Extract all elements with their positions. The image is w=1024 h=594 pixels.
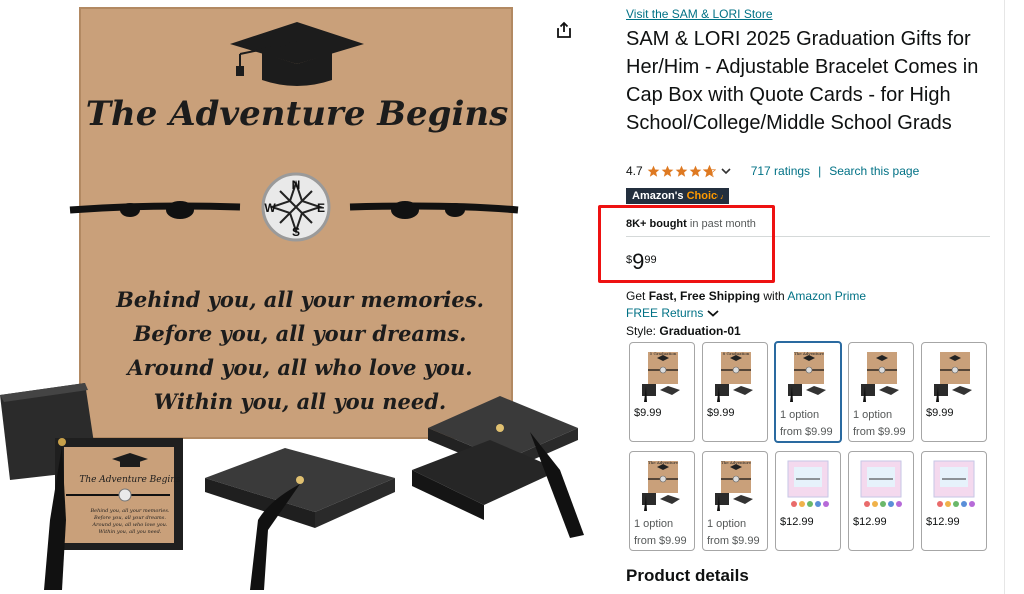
style-swatch[interactable]: 5 Graduation $9.99 [629, 342, 695, 442]
product-details-heading: Product details [626, 566, 749, 585]
amazons-choice-badge[interactable]: Amazon's Choice [626, 188, 730, 204]
svg-text:S: S [292, 225, 300, 239]
swatch-price: $9.99 [634, 407, 662, 419]
chevron-down-icon [707, 310, 719, 317]
compass-charm-icon: N S E W [261, 172, 331, 242]
rating-value: 4.7 [626, 164, 643, 178]
swatch-thumb-label: 5 Graduation [649, 351, 677, 356]
quote-line: Behind you, all your memories. [115, 287, 484, 312]
free-returns-link[interactable]: FREE Returns [626, 306, 719, 320]
bought-in-past-month: 8K+ bought in past month [626, 218, 756, 230]
style-swatch[interactable]: 8 Graduation $9.99 [702, 342, 768, 442]
style-swatch[interactable]: The Adventure Begins 1 optionfrom $9.99 [629, 451, 695, 551]
highlight-annotation [598, 205, 775, 283]
swatch-thumb-label: The Adventure Begins [648, 460, 678, 466]
style-swatch[interactable]: $9.99 [921, 342, 987, 442]
divider [626, 236, 990, 237]
quote-line: Before you, all your dreams. [133, 321, 467, 346]
star-full-icon [689, 165, 702, 177]
swatch-thumb-label: 8 Graduation [722, 351, 750, 356]
star-rating[interactable] [647, 164, 717, 178]
svg-text:Around you, all who love you.: Around you, all who love you. [92, 522, 168, 528]
svg-text:E: E [317, 201, 325, 215]
store-link[interactable]: Visit the SAM & LORI Store [626, 7, 773, 21]
swatch-thumbnail [934, 352, 972, 402]
gift-box-open: The Adventure Begins Behind you, all you… [44, 438, 183, 590]
search-this-page-link[interactable]: Search this page [829, 164, 919, 178]
swatch-thumbnail [787, 460, 829, 507]
swatch-options: 1 option from $9.99 [707, 518, 760, 547]
price: $ 9 99 [626, 249, 657, 274]
style-label: Style: Graduation-01 [626, 324, 741, 338]
swatch-thumbnail [860, 460, 902, 507]
swatch-options: 1 option from $9.99 [634, 518, 687, 547]
shipping-info: Get Fast, Free Shipping with Amazon Prim… [626, 289, 867, 303]
swatch-price: $9.99 [926, 407, 954, 419]
svg-text:Before you, all your dreams.: Before you, all your dreams. [93, 515, 166, 521]
share-icon [557, 21, 571, 38]
swatch-options: 1 option from $9.99 [780, 409, 833, 438]
card-heading: The Adventure Begins [86, 94, 508, 134]
swatch-price: $12.99 [780, 516, 814, 528]
style-swatch[interactable]: $12.99 [848, 451, 914, 551]
bracelet-cord-left [69, 202, 241, 214]
bracelet-cord-right [349, 202, 519, 214]
cap-box-center [205, 448, 395, 590]
product-main-image[interactable]: The Adventure Begins N S E W Behind you,… [0, 0, 587, 594]
quote-line: Within you, all you need. [154, 389, 446, 414]
swatch-price: $9.99 [707, 407, 735, 419]
svg-text:N: N [292, 178, 301, 192]
product-title: SAM & LORI 2025 Graduation Gifts for Her… [626, 28, 979, 134]
amazon-prime-link[interactable]: Amazon Prime [787, 289, 866, 303]
star-partial-icon [702, 164, 716, 177]
separator: | [818, 164, 822, 178]
rating-row: 4.7 717 ratings | Search this page [626, 164, 919, 178]
svg-text:W: W [264, 201, 276, 215]
quote-line: Around you, all who love you. [125, 355, 472, 380]
swatch-thumb-label: The Adventure Begins [721, 460, 751, 466]
swatch-thumb-label: The Adventure Begins [794, 351, 824, 357]
swatch-thumbnail [861, 352, 899, 402]
share-button[interactable] [548, 14, 580, 46]
style-swatch[interactable]: The Adventure Begins 1 optionfrom $9.99 [774, 341, 842, 443]
swatch-price: $12.99 [853, 516, 887, 528]
star-full-icon [661, 165, 674, 177]
style-swatch[interactable]: $12.99 [775, 451, 841, 551]
product-image-panel[interactable]: The Adventure Begins N S E W Behind you,… [0, 0, 587, 590]
swatch-options: 1 option from $9.99 [853, 409, 906, 438]
star-full-icon [647, 165, 660, 177]
ratings-link[interactable]: 717 ratings [751, 164, 810, 178]
badge-tail [718, 188, 726, 204]
svg-text:The Adventure Begins: The Adventure Begins [79, 475, 181, 485]
star-full-icon [675, 165, 688, 177]
scroll-edge [1004, 0, 1005, 594]
swatch-price: $12.99 [926, 516, 960, 528]
style-swatch[interactable]: $12.99 [921, 451, 987, 551]
chevron-down-icon[interactable] [721, 167, 731, 175]
svg-text:Behind you, all your memories.: Behind you, all your memories. [89, 508, 169, 514]
style-swatch[interactable]: 1 option from $9.99 [848, 342, 914, 442]
style-swatch[interactable]: The Adventure Begins 1 optionfrom $9.99 [702, 451, 768, 551]
svg-text:Within you, all you need.: Within you, all you need. [99, 529, 162, 535]
swatch-thumbnail [933, 460, 975, 507]
